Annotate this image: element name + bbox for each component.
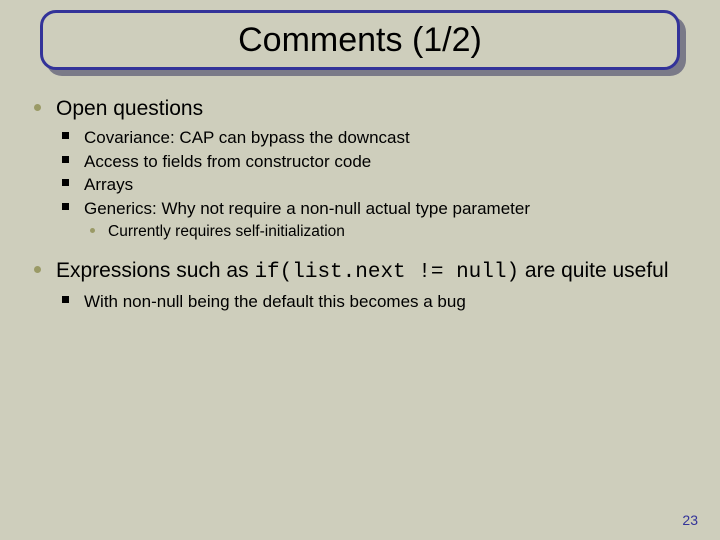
bullet-text: Arrays: [84, 175, 133, 194]
title-container: Comments (1/2): [40, 10, 680, 72]
bullet-open-questions: Open questions: [34, 96, 694, 123]
subbullet-access-fields: Access to fields from constructor code: [62, 151, 694, 173]
bullet-text-post: are quite useful: [519, 259, 668, 282]
subbullet-generics: Generics: Why not require a non-null act…: [62, 198, 694, 220]
bullet-text-pre: Expressions such as: [56, 259, 254, 282]
bullet-text: With non-null being the default this bec…: [84, 292, 466, 311]
dot-icon: [34, 104, 41, 111]
square-icon: [62, 203, 69, 210]
square-icon: [62, 132, 69, 139]
square-icon: [62, 179, 69, 186]
code-snippet: if(list.next != null): [254, 261, 519, 284]
subsubbullet-self-init: Currently requires self-initialization: [90, 222, 694, 242]
page-number: 23: [682, 512, 698, 528]
subbullet-nonnull-default: With non-null being the default this bec…: [62, 291, 694, 313]
square-icon: [62, 296, 69, 303]
bullet-text: Currently requires self-initialization: [108, 223, 345, 240]
bullet-text: Open questions: [56, 97, 203, 120]
title-frame: Comments (1/2): [40, 10, 680, 70]
bullet-expressions: Expressions such as if(list.next != null…: [34, 258, 694, 287]
bullet-text: Covariance: CAP can bypass the downcast: [84, 128, 410, 147]
dot-icon: [34, 266, 41, 273]
body: Open questions Covariance: CAP can bypas…: [34, 96, 694, 314]
bullet-text: Generics: Why not require a non-null act…: [84, 199, 530, 218]
dot-icon: [90, 228, 95, 233]
subbullet-covariance: Covariance: CAP can bypass the downcast: [62, 127, 694, 149]
bullet-text: Access to fields from constructor code: [84, 152, 371, 171]
spacer: [34, 244, 694, 258]
slide: Comments (1/2) Open questions Covariance…: [0, 0, 720, 540]
subbullet-arrays: Arrays: [62, 174, 694, 196]
slide-title: Comments (1/2): [238, 21, 482, 60]
square-icon: [62, 156, 69, 163]
